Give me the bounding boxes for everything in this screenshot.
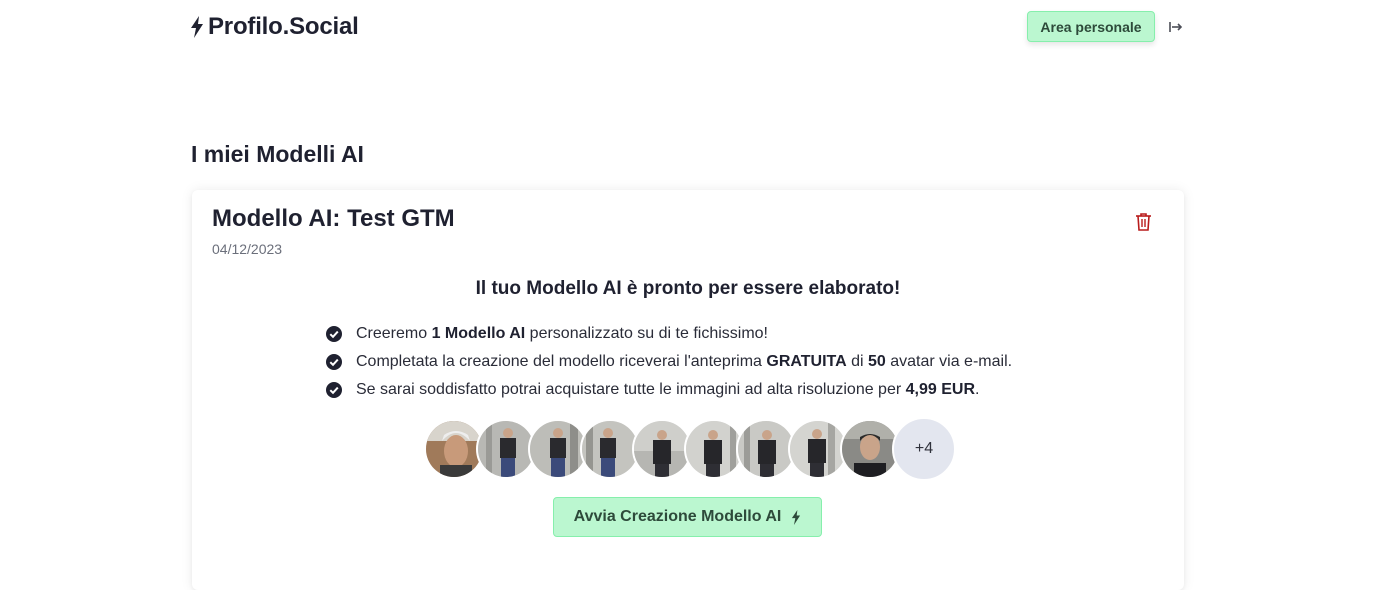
area-personale-button[interactable]: Area personale <box>1027 11 1155 42</box>
photo-thumbnail <box>476 419 536 479</box>
list-item: Creeremo 1 Modello AI personalizzato su … <box>326 320 1012 348</box>
photo-thumbnail <box>632 419 692 479</box>
check-circle-icon <box>326 326 342 342</box>
feature-text: Creeremo 1 Modello AI personalizzato su … <box>356 325 768 342</box>
photo-thumbnail <box>424 419 484 479</box>
photo-thumbnail <box>580 419 640 479</box>
brand-logo[interactable]: Profilo.Social <box>190 12 359 42</box>
feature-list: Creeremo 1 Modello AI personalizzato su … <box>326 320 1012 404</box>
trash-icon[interactable] <box>1135 212 1152 231</box>
more-photos-badge[interactable]: +4 <box>892 417 956 481</box>
check-circle-icon <box>326 354 342 370</box>
model-card: Modello AI: Test GTM 04/12/2023 Il tuo M… <box>192 190 1184 590</box>
list-item: Se sarai soddisfatto potrai acquistare t… <box>326 376 1012 404</box>
model-date: 04/12/2023 <box>212 241 283 257</box>
feature-text: Completata la creazione del modello rice… <box>356 353 1013 370</box>
ready-message: Il tuo Modello AI è pronto per essere el… <box>475 278 901 299</box>
logout-icon[interactable] <box>1168 19 1184 35</box>
start-model-creation-button[interactable]: Avvia Creazione Modello AI <box>553 497 822 537</box>
list-item: Completata la creazione del modello rice… <box>326 348 1012 376</box>
header: Profilo.Social Area personale <box>0 0 1373 56</box>
bolt-icon <box>792 509 801 525</box>
brand-name: Profilo.Social <box>208 13 359 40</box>
photo-thumbnail <box>684 419 744 479</box>
photo-thumbnail <box>788 419 848 479</box>
photo-thumbnail <box>736 419 796 479</box>
photo-thumbnail <box>528 419 588 479</box>
photo-thumbnails: +4 <box>424 417 956 481</box>
start-button-label: Avvia Creazione Modello AI <box>573 508 782 525</box>
photo-thumbnail <box>840 419 900 479</box>
check-circle-icon <box>326 382 342 398</box>
feature-text: Se sarai soddisfatto potrai acquistare t… <box>356 381 980 398</box>
model-title: Modello AI: Test GTM <box>212 205 455 232</box>
page-title: I miei Modelli AI <box>191 141 364 167</box>
bolt-icon <box>191 16 203 38</box>
